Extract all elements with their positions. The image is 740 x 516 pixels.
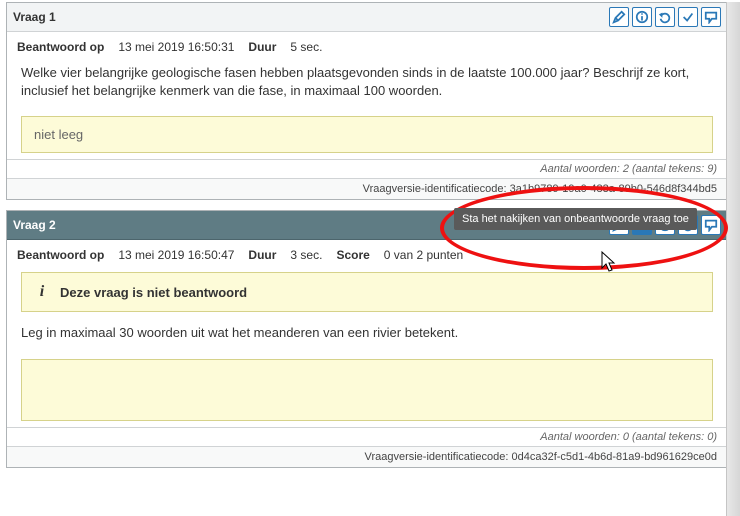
question-toolbar-1 — [609, 7, 721, 27]
question-title: Vraag 2 — [13, 218, 56, 232]
question-meta-1: Beantwoord op 13 mei 2019 16:50:31 Duur … — [7, 32, 727, 58]
duration-label: Duur — [248, 248, 276, 262]
question-title: Vraag 1 — [13, 10, 56, 24]
warning-box: i Deze vraag is niet beantwoord — [21, 272, 713, 312]
check-button[interactable] — [678, 7, 698, 27]
question-card-1: Vraag 1 Beantwoord op — [6, 2, 728, 200]
duration-value: 3 sec. — [290, 248, 322, 262]
answer-box-1: niet leeg — [21, 116, 713, 153]
answer-text: niet leeg — [34, 127, 83, 142]
id-label: Vraagversie-identificatiecode: — [365, 451, 509, 463]
comment-button[interactable] — [701, 215, 721, 235]
question-card-2: Vraag 2 Beantwoord op — [6, 210, 728, 467]
question-text-1: Welke vier belangrijke geologische fasen… — [7, 58, 727, 110]
comment-icon — [704, 10, 718, 24]
question-meta-2: Beantwoord op 13 mei 2019 16:50:47 Duur … — [7, 240, 727, 266]
duration-label: Duur — [248, 40, 276, 54]
id-value: 0d4ca32f-c5d1-4b6d-81a9-bd961629ce0d — [511, 451, 717, 463]
right-gutter — [726, 2, 740, 516]
id-label: Vraagversie-identificatiecode: — [363, 183, 507, 195]
id-value: 3a1b9789-19a0-483a-89b0-546d8f344bd5 — [510, 183, 717, 195]
info-button[interactable] — [632, 7, 652, 27]
question-header-1: Vraag 1 — [7, 3, 727, 32]
duration-value: 5 sec. — [290, 40, 322, 54]
answered-label: Beantwoord op — [17, 248, 104, 262]
edit-button[interactable] — [609, 7, 629, 27]
comment-icon — [704, 218, 718, 232]
word-count-1: Aantal woorden: 2 (aantal tekens: 9) — [7, 159, 727, 178]
warning-text: Deze vraag is niet beantwoord — [60, 285, 247, 300]
word-count-2: Aantal woorden: 0 (aantal tekens: 0) — [7, 427, 727, 446]
check-icon — [681, 10, 695, 24]
edit-icon — [612, 10, 626, 24]
score-label: Score — [336, 248, 369, 262]
answered-value: 13 mei 2019 16:50:47 — [118, 248, 234, 262]
info-icon — [635, 10, 649, 24]
answered-label: Beantwoord op — [17, 40, 104, 54]
answered-value: 13 mei 2019 16:50:31 — [118, 40, 234, 54]
id-line-1: Vraagversie-identificatiecode: 3a1b9789-… — [7, 178, 727, 199]
id-line-2: Vraagversie-identificatiecode: 0d4ca32f-… — [7, 446, 727, 467]
undo-button[interactable] — [655, 7, 675, 27]
comment-button[interactable] — [701, 7, 721, 27]
answer-box-2 — [21, 359, 713, 421]
tooltip: Sta het nakijken van onbeantwoorde vraag… — [454, 208, 697, 230]
undo-icon — [658, 10, 672, 24]
question-text-2: Leg in maximaal 30 woorden uit wat het m… — [7, 318, 727, 352]
score-value: 0 van 2 punten — [384, 248, 463, 262]
info-glyph-icon: i — [34, 283, 50, 301]
